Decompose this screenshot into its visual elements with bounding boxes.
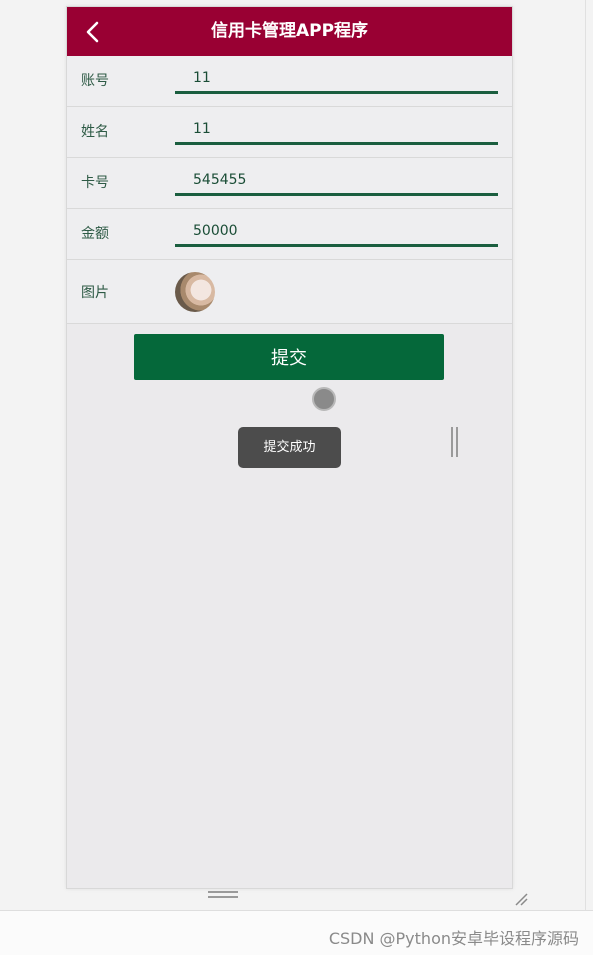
- form-row-image: 图片: [67, 260, 512, 324]
- name-input[interactable]: [175, 115, 498, 145]
- horizontal-resize-handle[interactable]: [208, 891, 238, 899]
- touch-cursor: [312, 387, 336, 411]
- corner-resize-icon[interactable]: [514, 892, 528, 906]
- account-input[interactable]: [175, 64, 498, 94]
- form-row-account: 账号: [67, 56, 512, 107]
- page-title: 信用卡管理APP程序: [210, 21, 369, 41]
- watermark-text: CSDN @Python安卓毕设程序源码: [328, 929, 579, 948]
- amount-label: 金额: [81, 226, 109, 242]
- app-header: 信用卡管理APP程序: [67, 7, 512, 56]
- bottom-bar: CSDN @Python安卓毕设程序源码: [0, 910, 593, 955]
- card-number-label: 卡号: [81, 175, 109, 191]
- form-row-name: 姓名: [67, 107, 512, 158]
- vertical-resize-handle[interactable]: [451, 427, 459, 457]
- amount-input[interactable]: [175, 217, 498, 247]
- screen: 信用卡管理APP程序 账号 姓名 卡号 金额 图片 提交 提交成功: [0, 0, 593, 955]
- form-row-amount: 金额: [67, 209, 512, 260]
- image-label: 图片: [81, 285, 109, 301]
- phone-frame: 信用卡管理APP程序 账号 姓名 卡号 金额 图片 提交 提交成功: [66, 6, 513, 889]
- divider: [585, 0, 586, 910]
- account-label: 账号: [81, 73, 109, 89]
- submit-button[interactable]: 提交: [134, 334, 444, 380]
- name-label: 姓名: [81, 124, 109, 140]
- toast-message: 提交成功: [238, 427, 341, 468]
- image-thumbnail[interactable]: [175, 272, 215, 312]
- card-number-input[interactable]: [175, 166, 498, 196]
- form-row-card-number: 卡号: [67, 158, 512, 209]
